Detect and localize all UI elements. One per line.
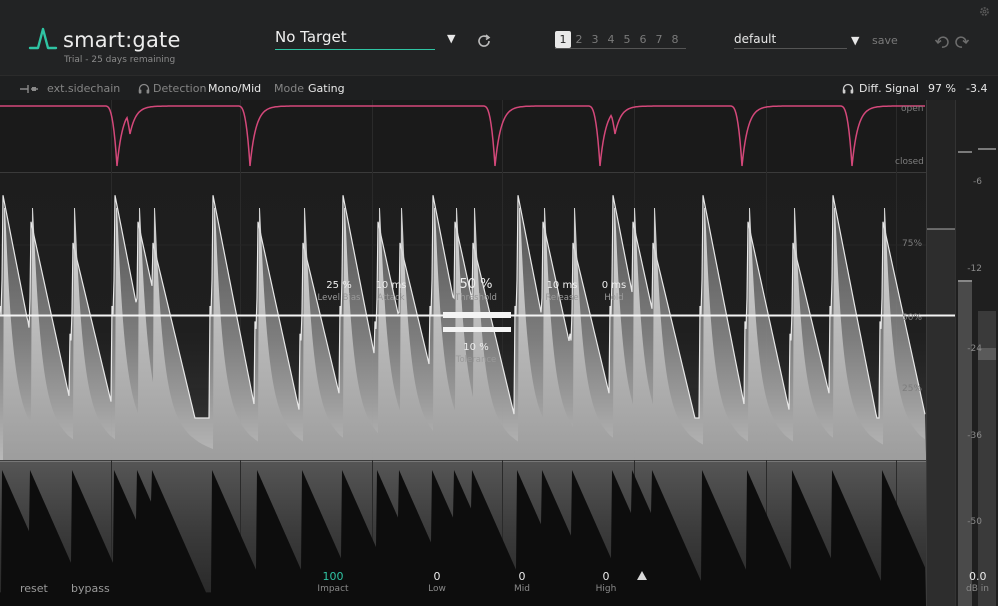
slot-7[interactable]: 7: [651, 31, 667, 48]
detection-select[interactable]: Mono/Mid: [208, 82, 261, 95]
mid-label: Mid: [514, 584, 530, 594]
preset-select[interactable]: default: [734, 32, 847, 49]
mix-percent[interactable]: 97 %: [928, 82, 956, 95]
tolerance-value[interactable]: 10 %: [446, 342, 506, 353]
meter-tick: -24: [967, 344, 982, 354]
meter-tick: -36: [967, 431, 982, 441]
undo-icon[interactable]: [934, 34, 950, 50]
smartgate-logo-icon: [28, 27, 58, 50]
target-select[interactable]: No Target: [275, 28, 435, 50]
slot-5[interactable]: 5: [619, 31, 635, 48]
grid-label-75: 75%: [902, 239, 923, 249]
threshold-handle[interactable]: [443, 312, 511, 318]
threshold-label: Threshold: [455, 293, 497, 303]
brand-name: smart:gate: [63, 28, 181, 52]
attack-label: Attack: [377, 293, 405, 303]
low-label: Low: [428, 584, 446, 594]
reset-button[interactable]: reset: [20, 582, 48, 595]
refresh-icon[interactable]: [475, 32, 493, 50]
tolerance-label: Tolerance: [455, 355, 497, 365]
impact-value[interactable]: 100: [308, 570, 358, 583]
preset-slots: 1 2 3 4 5 6 7 8: [555, 31, 686, 49]
hold-label: Hold: [604, 293, 624, 303]
level-bias-label: Level Bias: [317, 293, 361, 303]
band-expand-icon[interactable]: [637, 571, 647, 580]
meter-tick: -50: [967, 517, 982, 527]
threshold-value[interactable]: 50 %: [446, 277, 506, 292]
mode-label: Mode: [274, 82, 304, 95]
detection-label: Detection: [153, 82, 207, 95]
meter-tick: -12: [967, 264, 982, 274]
hold-value[interactable]: 0 ms: [584, 280, 644, 291]
level-bias-value[interactable]: 25 %: [309, 280, 369, 291]
mode-select[interactable]: Gating: [308, 82, 345, 95]
input-meter: -6 -12 -24 -36 -50 0.0 dB in: [955, 100, 998, 606]
ext-sidechain-toggle[interactable]: ext.sidechain: [47, 82, 120, 95]
sub-toolbar: ext.sidechain Detection Mono/Mid Mode Ga…: [0, 75, 998, 100]
grid-label-50: 50%: [902, 313, 923, 323]
gate-open-label: open: [901, 104, 924, 114]
diff-signal-toggle[interactable]: Diff. Signal: [859, 82, 919, 95]
low-value[interactable]: 0: [412, 570, 462, 583]
waveform-display[interactable]: open closed 75% 50% 25% 25 % Level Bias …: [0, 100, 955, 606]
waveform-canvas[interactable]: [0, 100, 955, 606]
output-gain[interactable]: -3.4: [966, 82, 987, 95]
sidechain-icon[interactable]: [20, 84, 38, 94]
headphones-icon[interactable]: [842, 83, 854, 94]
slot-4[interactable]: 4: [603, 31, 619, 48]
slot-3[interactable]: 3: [587, 31, 603, 48]
release-label: Release: [545, 293, 579, 303]
slot-2[interactable]: 2: [571, 31, 587, 48]
meter-value: 0.0: [969, 570, 987, 583]
chevron-down-icon[interactable]: ▼: [447, 32, 455, 45]
trial-notice: Trial - 25 days remaining: [64, 55, 176, 65]
attack-value[interactable]: 10 ms: [361, 280, 421, 291]
gear-icon[interactable]: [978, 5, 991, 18]
slot-1[interactable]: 1: [555, 31, 571, 48]
grid-label-25: 25%: [902, 384, 923, 394]
meter-tick: -6: [973, 177, 982, 187]
mid-value[interactable]: 0: [497, 570, 547, 583]
chevron-down-icon[interactable]: ▼: [851, 34, 859, 47]
redo-icon[interactable]: [954, 34, 970, 50]
meter-unit: dB in: [966, 584, 989, 594]
impact-label: Impact: [317, 584, 349, 594]
headphones-icon[interactable]: [138, 83, 150, 94]
bypass-button[interactable]: bypass: [71, 582, 110, 595]
tolerance-handle[interactable]: [443, 327, 511, 332]
slot-6[interactable]: 6: [635, 31, 651, 48]
release-value[interactable]: 10 ms: [532, 280, 592, 291]
high-value[interactable]: 0: [581, 570, 631, 583]
save-button[interactable]: save: [872, 34, 898, 47]
gate-closed-label: closed: [895, 157, 924, 167]
slot-8[interactable]: 8: [667, 31, 683, 48]
header: smart:gate Trial - 25 days remaining No …: [0, 0, 998, 75]
high-label: High: [595, 584, 617, 594]
